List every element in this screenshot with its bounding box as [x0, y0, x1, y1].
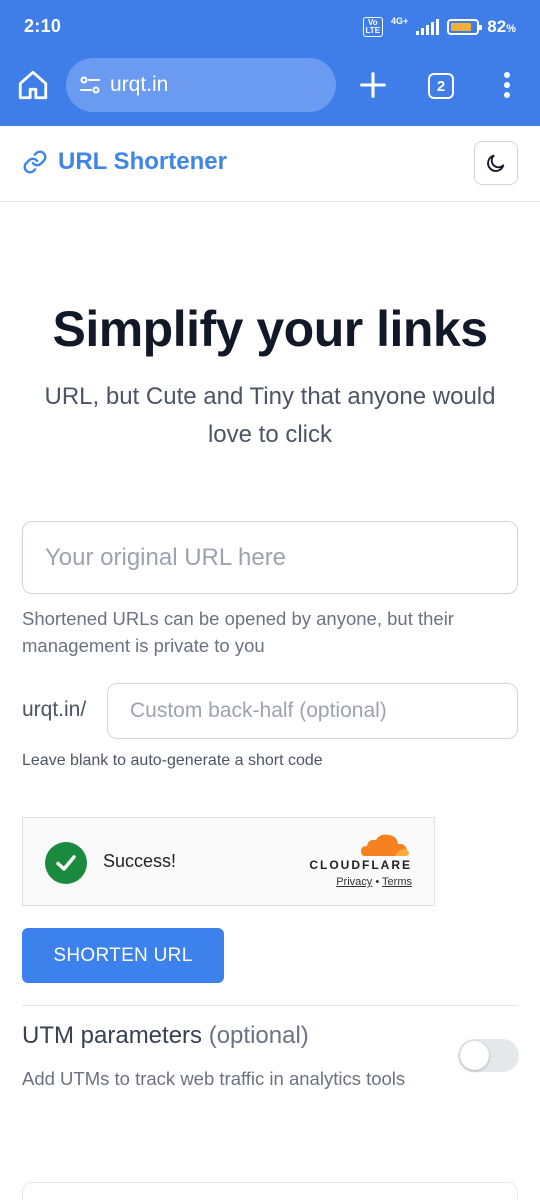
more-menu-icon[interactable] [494, 68, 520, 102]
app-header: URL Shortener [0, 126, 540, 202]
brand-link[interactable]: URL Shortener [22, 148, 227, 176]
custom-alias-input[interactable] [107, 683, 518, 739]
address-bar[interactable]: urqt.in [66, 58, 336, 112]
shorten-url-button[interactable]: SHORTEN URL [22, 928, 224, 983]
short-url-prefix: urqt.in/ [22, 698, 87, 721]
moon-icon [487, 154, 505, 172]
privacy-note: Shortened URLs can be opened by anyone, … [22, 608, 454, 656]
captcha-links: Privacy • Terms [336, 876, 412, 888]
privacy-link[interactable]: Privacy [336, 876, 372, 888]
browser-chrome: 2:10 Vo LTE 4G+ 82% urqt.in 2 [0, 0, 540, 126]
utm-toggle[interactable] [458, 1039, 519, 1072]
page-title: Simplify your links [52, 301, 488, 357]
success-check-icon [45, 842, 87, 884]
home-icon[interactable] [16, 68, 50, 102]
utm-toggle-knob [460, 1041, 489, 1070]
status-time: 2:10 [24, 16, 62, 36]
status-indicators: Vo LTE 4G+ 82% [362, 14, 516, 40]
link-separator: • [375, 876, 380, 888]
new-tab-icon[interactable] [356, 68, 390, 102]
utm-section-title: UTM parameters (optional) [22, 1022, 309, 1050]
captcha-status: Success! [103, 851, 177, 871]
turnstile-widget: Success! CLOUDFLARE Privacy • Terms [22, 817, 435, 906]
cloudflare-logo-icon [361, 834, 409, 856]
status-bar: 2:10 Vo LTE 4G+ 82% [0, 0, 540, 54]
section-divider [22, 1005, 518, 1006]
site-settings-icon[interactable] [78, 73, 102, 97]
battery-fill [451, 23, 471, 31]
address-text: urqt.in [110, 73, 169, 96]
page-subtitle: URL, but Cute and Tiny that anyone would… [44, 383, 496, 448]
alias-hint: Leave blank to auto-generate a short cod… [22, 752, 323, 769]
tab-switcher-button[interactable]: 2 [428, 73, 454, 99]
utm-optional-label: (optional) [208, 1022, 309, 1049]
utm-title-text: UTM parameters [22, 1022, 203, 1049]
utm-description: Add UTMs to track web traffic in analyti… [22, 1068, 406, 1089]
signal-icon [416, 19, 440, 35]
browser-toolbar: urqt.in 2 [0, 54, 540, 126]
next-section-card [22, 1182, 518, 1200]
volte-icon: Vo LTE [362, 17, 384, 37]
brand-name: URL Shortener [58, 148, 227, 175]
battery-icon [447, 19, 483, 35]
cloudflare-wordmark: CLOUDFLARE [309, 858, 412, 872]
theme-toggle-button[interactable] [474, 141, 518, 185]
terms-link[interactable]: Terms [382, 876, 412, 888]
original-url-input[interactable] [22, 521, 518, 594]
link-icon [23, 150, 47, 174]
network-type: 4G+ [391, 16, 409, 26]
battery-percent: 82% [487, 17, 516, 36]
